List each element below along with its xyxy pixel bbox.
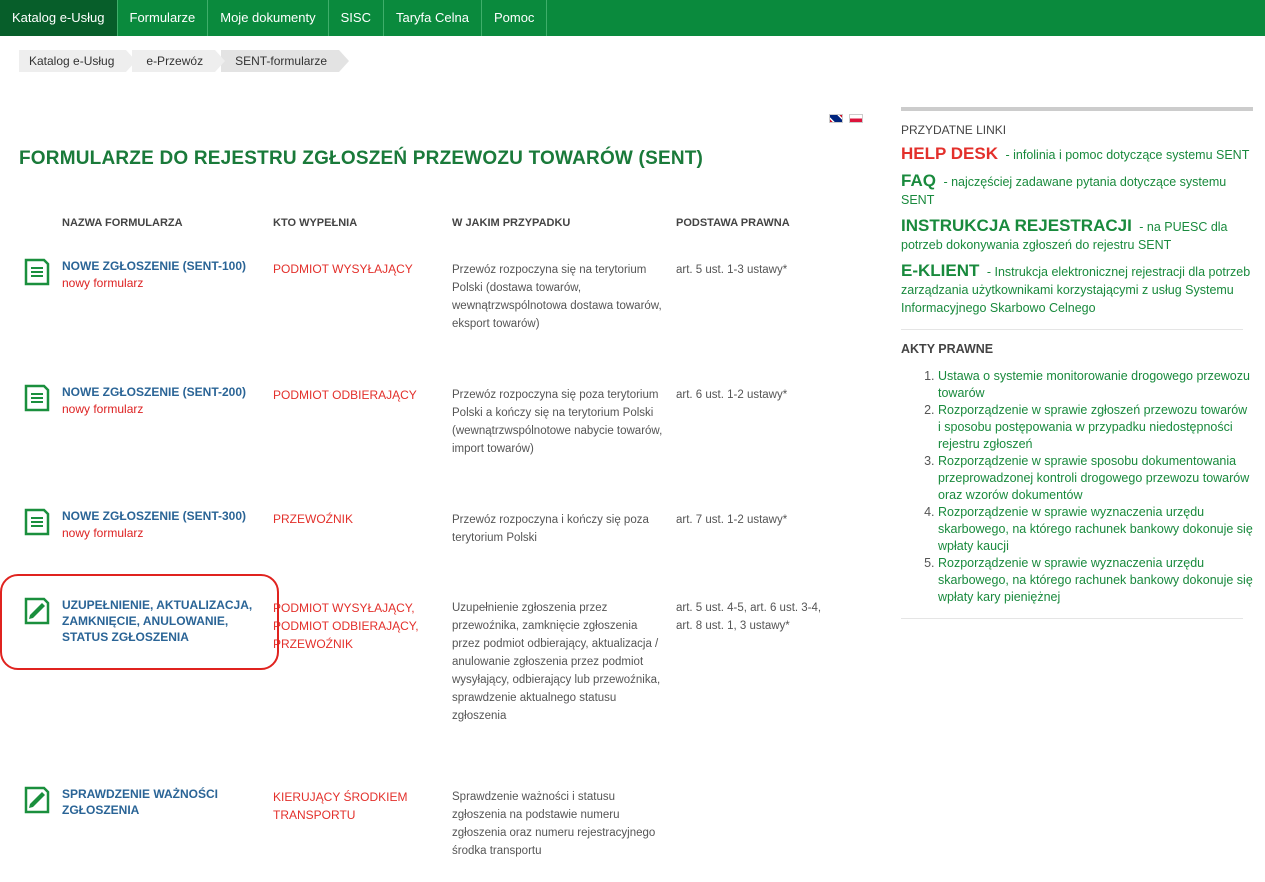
sidebar-link-helpdesk[interactable]: HELP DESK - infolinia i pomoc dotyczące … [901, 145, 1253, 164]
form-law: art. 5 ust. 4-5, art. 6 ust. 3-4, art. 8… [676, 602, 822, 632]
helpdesk-text[interactable]: - infolinia i pomoc dotyczące systemu SE… [1005, 148, 1249, 162]
flag-pl-icon[interactable] [849, 114, 863, 123]
form-name-link[interactable]: NOWE ZGŁOSZENIE (SENT-100) [62, 258, 246, 274]
list-item: Rozporządzenie w sprawie sposobu dokumen… [938, 453, 1253, 504]
form-law: art. 7 ust. 1-2 ustawy* [676, 514, 788, 526]
akty-link[interactable]: Ustawa o systemie monitorowanie drogoweg… [938, 369, 1250, 400]
nav-taryfa-celna[interactable]: Taryfa Celna [384, 0, 482, 36]
list-item: Rozporządzenie w sprawie wyznaczenia urz… [938, 555, 1253, 606]
akty-link[interactable]: Rozporządzenie w sprawie sposobu dokumen… [938, 454, 1249, 502]
nav-katalog[interactable]: Katalog e-Usług [0, 0, 118, 36]
form-who: PRZEWOŹNIK [273, 512, 353, 526]
sidebar-link-faq[interactable]: FAQ - najczęściej zadawane pytania dotyc… [901, 172, 1253, 209]
document-icon[interactable] [24, 384, 50, 412]
document-icon[interactable] [24, 258, 50, 286]
akty-link[interactable]: Rozporządzenie w sprawie zgłoszeń przewo… [938, 403, 1247, 451]
form-when: Przewóz rozpoczyna i kończy się poza ter… [452, 514, 649, 544]
eklient-link[interactable]: E-KLIENT [901, 261, 979, 280]
form-law: art. 6 ust. 1-2 ustawy* [676, 389, 788, 401]
form-who: PODMIOT WYSYŁAJĄCY, PODMIOT ODBIERAJĄCY,… [273, 601, 419, 651]
breadcrumb: Katalog e-Usług e-Przewóz SENT-formularz… [19, 50, 350, 72]
breadcrumb-katalog[interactable]: Katalog e-Usług [19, 50, 137, 72]
language-switcher [829, 114, 863, 123]
highlight-outline [0, 574, 279, 670]
sidebar-link-instrukcja[interactable]: INSTRUKCJA REJESTRACJI - na PUESC dla po… [901, 217, 1253, 254]
sidebar-separator [901, 329, 1243, 330]
list-item: Rozporządzenie w sprawie wyznaczenia urz… [938, 504, 1253, 555]
sidebar-link-eklient[interactable]: E-KLIENT - Instrukcja elektronicznej rej… [901, 262, 1253, 317]
new-form-badge: nowy formularz [62, 402, 144, 416]
sidebar: PRZYDATNE LINKI HELP DESK - infolinia i … [901, 107, 1253, 631]
sidebar-separator [901, 618, 1243, 619]
col-header-law: PODSTAWA PRAWNA [676, 217, 790, 229]
form-when: Sprawdzenie ważności i statusu zgłoszeni… [452, 791, 656, 857]
form-who: KIERUJĄCY ŚRODKIEM TRANSPORTU [273, 790, 408, 822]
new-form-badge: nowy formularz [62, 526, 144, 540]
form-who: PODMIOT WYSYŁAJĄCY [273, 262, 413, 276]
col-header-who: KTO WYPEŁNIA [273, 217, 358, 229]
nav-pomoc[interactable]: Pomoc [482, 0, 548, 36]
breadcrumb-sent-formularze: SENT-formularze [221, 50, 350, 72]
form-name-link[interactable]: SPRAWDZENIE WAŻNOŚCI ZGŁOSZENIA [62, 786, 242, 818]
list-item: Rozporządzenie w sprawie zgłoszeń przewo… [938, 402, 1253, 453]
page-title: FORMULARZE DO REJESTRU ZGŁOSZEŃ PRZEWOZU… [19, 148, 704, 169]
akty-link[interactable]: Rozporządzenie w sprawie wyznaczenia urz… [938, 505, 1253, 553]
nav-sisc[interactable]: SISC [329, 0, 384, 36]
nav-formularze[interactable]: Formularze [118, 0, 209, 36]
akty-title: AKTY PRAWNE [901, 342, 994, 356]
edit-document-icon[interactable] [24, 786, 50, 814]
form-when: Przewóz rozpoczyna się poza terytorium P… [452, 389, 663, 455]
form-name-link[interactable]: NOWE ZGŁOSZENIE (SENT-200) [62, 384, 246, 400]
flag-uk-icon[interactable] [829, 114, 843, 123]
nav-moje-dokumenty[interactable]: Moje dokumenty [208, 0, 329, 36]
faq-link[interactable]: FAQ [901, 171, 936, 190]
faq-text[interactable]: - najczęściej zadawane pytania dotyczące… [901, 175, 1226, 207]
form-when: Uzupełnienie zgłoszenia przez przewoźnik… [452, 602, 661, 722]
top-navigation: Katalog e-Usług Formularze Moje dokument… [0, 0, 1265, 36]
instrukcja-link[interactable]: INSTRUKCJA REJESTRACJI [901, 216, 1132, 235]
col-header-when: W JAKIM PRZYPADKU [452, 217, 571, 229]
form-when: Przewóz rozpoczyna się na terytorium Pol… [452, 264, 662, 330]
helpdesk-link[interactable]: HELP DESK [901, 144, 998, 163]
form-who: PODMIOT ODBIERAJĄCY [273, 388, 417, 402]
breadcrumb-e-przewoz[interactable]: e-Przewóz [132, 50, 225, 72]
akty-link[interactable]: Rozporządzenie w sprawie wyznaczenia urz… [938, 556, 1253, 604]
form-name-link[interactable]: NOWE ZGŁOSZENIE (SENT-300) [62, 508, 246, 524]
col-header-name: NAZWA FORMULARZA [62, 217, 183, 229]
form-law: art. 5 ust. 1-3 ustawy* [676, 264, 788, 276]
akty-list: Ustawa o systemie monitorowanie drogoweg… [901, 368, 1253, 606]
list-item: Ustawa o systemie monitorowanie drogoweg… [938, 368, 1253, 402]
sidebar-divider [901, 107, 1253, 111]
sidebar-title: PRZYDATNE LINKI [901, 123, 1007, 137]
document-icon[interactable] [24, 508, 50, 536]
new-form-badge: nowy formularz [62, 276, 144, 290]
